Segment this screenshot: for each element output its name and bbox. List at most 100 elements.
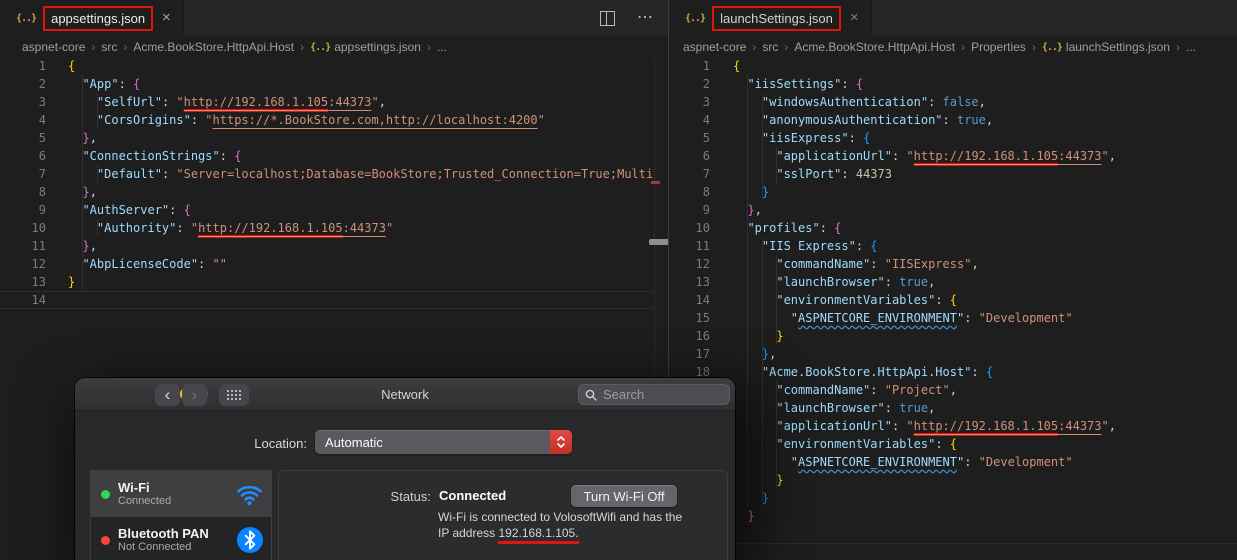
close-icon[interactable]: × <box>850 10 859 25</box>
forward-button[interactable]: › <box>182 384 207 406</box>
breadcrumb-file[interactable]: appsettings.json <box>334 40 421 54</box>
breadcrumb-tail[interactable]: ... <box>1186 40 1196 54</box>
line-number: 14 <box>31 293 46 307</box>
code-token: " <box>790 455 799 469</box>
code-token: , <box>89 185 97 199</box>
code-token: { <box>870 239 878 253</box>
line-number: 1 <box>38 59 46 73</box>
line-number: 9 <box>38 203 46 217</box>
close-icon[interactable]: × <box>162 10 171 25</box>
current-line-border <box>669 543 1237 544</box>
breadcrumb-item[interactable]: Properties <box>971 40 1026 54</box>
status-value: Connected <box>439 488 507 503</box>
code-token: "" <box>212 257 227 271</box>
more-actions-icon[interactable]: ⋯ <box>637 10 654 26</box>
search-icon <box>585 389 597 401</box>
line-number: 4 <box>702 113 710 127</box>
window-titlebar[interactable]: ‹ › Network <box>75 378 735 411</box>
breadcrumb-item[interactable]: Acme.BookStore.HttpApi.Host <box>794 40 955 54</box>
code-token: } <box>82 131 90 145</box>
code-token: : <box>928 95 943 109</box>
breadcrumb-tail[interactable]: ... <box>437 40 447 54</box>
code-token: "Server=localhost;Database=BookStore;Tru… <box>176 167 668 181</box>
back-button[interactable]: ‹ <box>155 384 180 406</box>
breadcrumb-item[interactable]: Acme.BookStore.HttpApi.Host <box>133 40 294 54</box>
code-token: " <box>537 113 545 127</box>
code-token: " <box>1101 149 1109 163</box>
chevron-right-icon: › <box>752 40 757 54</box>
wifi-icon <box>236 483 263 506</box>
code-token: " <box>906 419 914 433</box>
split-editor-icon[interactable] <box>600 10 615 26</box>
code-token: " <box>205 113 213 127</box>
search-input[interactable] <box>601 386 723 403</box>
code-token: " <box>1101 419 1109 433</box>
code-line: 14 <box>0 291 668 309</box>
json-file-icon: {..} <box>16 12 37 24</box>
code-token: " <box>906 149 914 163</box>
code-token: http://192.168.1.105 <box>913 419 1059 436</box>
code-token: "commandName" <box>776 257 871 271</box>
code-line: 7 "Default": "Server=localhost;Database=… <box>0 165 668 183</box>
code-editor-right[interactable]: 1{2 "iisSettings": {3 "windowsAuthentica… <box>669 57 1237 525</box>
code-editor-left[interactable]: 1{2 "App": {3 "SelfUrl": "http://192.168… <box>0 57 668 309</box>
chevron-right-icon: › <box>784 40 789 54</box>
scrollbar-thumb[interactable] <box>649 239 668 245</box>
search-field[interactable] <box>578 384 730 405</box>
code-token: "environmentVariables" <box>776 437 936 451</box>
code-token: false <box>942 95 979 109</box>
code-token: "ConnectionStrings" <box>82 149 220 163</box>
service-row-wi-fi[interactable]: Wi-Fi Connected <box>91 471 271 517</box>
code-token: : <box>935 437 950 451</box>
show-all-grid-button[interactable] <box>219 384 249 406</box>
editor-pane-right: {..} launchSettings.json × aspnet-core › s… <box>669 0 1237 560</box>
annotation-box-right-tab: launchSettings.json <box>712 5 841 31</box>
code-line: 2 "App": { <box>0 75 668 93</box>
json-file-icon: {..} <box>1041 41 1063 53</box>
tab-appsettings[interactable]: {..} appsettings.json × <box>0 0 184 36</box>
code-line: 9 }, <box>669 201 1237 219</box>
service-list: Wi-Fi Connected Bluetooth PAN Not Connected <box>90 470 272 560</box>
code-token: } <box>68 275 76 289</box>
code-token: : <box>841 167 856 181</box>
location-dropdown[interactable]: Automatic <box>315 430 572 454</box>
code-line: 23 "ASPNETCORE_ENVIRONMENT": "Developmen… <box>669 453 1237 471</box>
breadcrumb-item[interactable]: aspnet-core <box>22 40 85 54</box>
code-token: 44373 <box>855 167 892 181</box>
code-token: :44373 <box>328 95 372 109</box>
network-window: ‹ › Network Location: Automatic Wi-FiCon… <box>75 378 735 560</box>
service-row-bluetooth-pan[interactable]: Bluetooth PAN Not Connected <box>91 517 271 560</box>
tab-launchsettings[interactable]: {..} launchSettings.json × <box>669 0 872 36</box>
breadcrumb-file[interactable]: launchSettings.json <box>1066 40 1170 54</box>
code-token: : <box>161 167 177 181</box>
breadcrumb-item[interactable]: src <box>762 40 778 54</box>
breadcrumb-item[interactable]: src <box>101 40 117 54</box>
code-line: 16 } <box>669 327 1237 345</box>
code-token: , <box>1108 419 1116 433</box>
status-dot <box>101 535 110 545</box>
code-token: " <box>176 95 184 109</box>
code-token: : <box>198 257 213 271</box>
code-token: https://*.BookStore.com,http://localhost… <box>212 113 538 127</box>
code-token: : <box>161 95 177 109</box>
code-line: 18 "Acme.BookStore.HttpApi.Host": { <box>669 363 1237 381</box>
code-token: :44373 <box>1058 149 1102 163</box>
line-number: 12 <box>31 257 46 271</box>
turn-wifi-off-button[interactable]: Turn Wi-Fi Off <box>571 485 677 507</box>
breadcrumb-item[interactable]: aspnet-core <box>683 40 746 54</box>
code-line: 15 "ASPNETCORE_ENVIRONMENT": "Developmen… <box>669 309 1237 327</box>
